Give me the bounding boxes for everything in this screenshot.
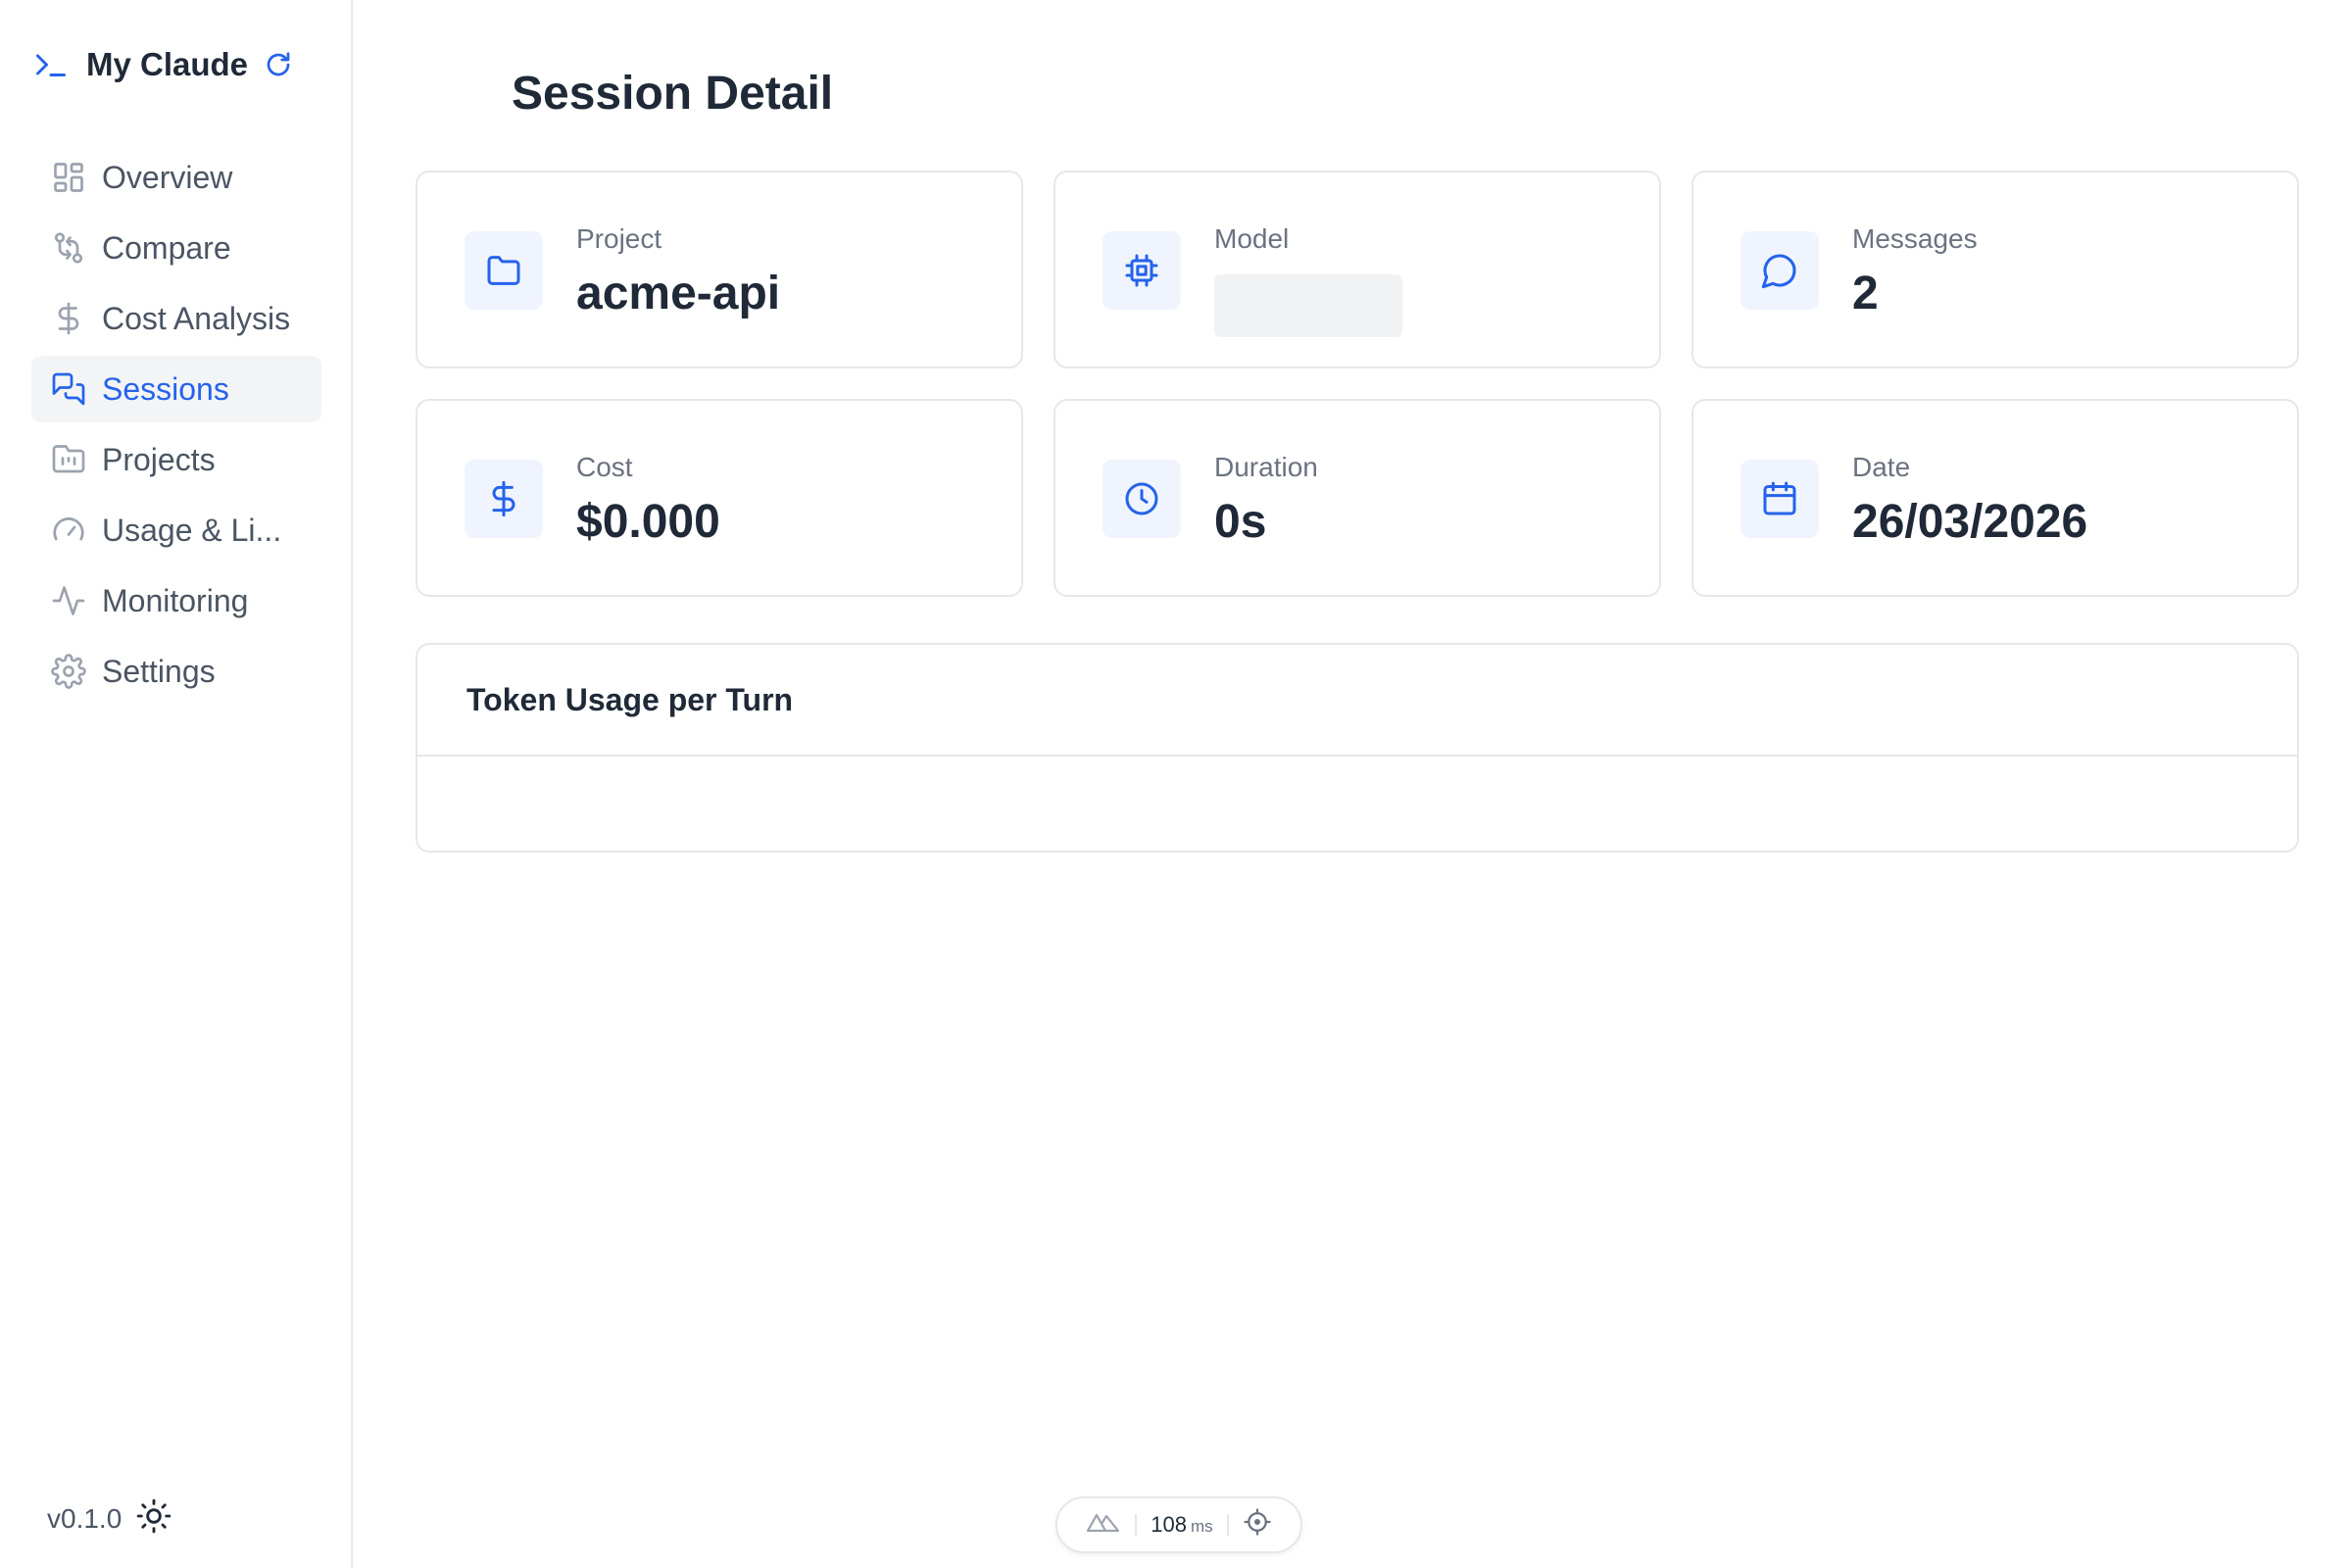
git-compare-icon: [51, 230, 86, 266]
version-label: v0.1.0: [47, 1503, 122, 1534]
brand[interactable]: My Claude: [33, 43, 295, 86]
stat-value: 0s: [1214, 496, 1267, 548]
sidebar: My Claude Overview Compare Cost Analysis…: [0, 0, 353, 1568]
render-time-unit: ms: [1191, 1517, 1213, 1536]
sidebar-item-label: Cost Analysis: [102, 300, 291, 336]
app-root: My Claude Overview Compare Cost Analysis…: [0, 0, 2352, 1568]
sidebar-item-monitoring[interactable]: Monitoring: [31, 567, 321, 634]
stat-card-cost: Cost $0.000: [416, 399, 1023, 597]
loading-skeleton: [1214, 274, 1402, 337]
sidebar-item-label: Usage & Li...: [102, 512, 282, 548]
dollar-icon: [465, 460, 543, 538]
layout-grid-icon: [51, 160, 86, 195]
sidebar-item-projects[interactable]: Projects: [31, 426, 321, 493]
divider: [1135, 1514, 1138, 1536]
terminal-icon: [33, 48, 71, 81]
main-content: Session Detail Project acme-api Model Me…: [355, 0, 2352, 1568]
stat-value: $0.000: [576, 496, 720, 548]
sun-icon[interactable]: [135, 1497, 172, 1542]
gear-icon: [51, 654, 86, 689]
activity-icon: [51, 583, 86, 618]
sidebar-item-cost-analysis[interactable]: Cost Analysis: [31, 285, 321, 352]
sidebar-item-label: Sessions: [102, 370, 229, 407]
nuxt-logo-icon[interactable]: [1086, 1510, 1121, 1540]
clock-icon: [1102, 460, 1181, 538]
sidebar-item-label: Projects: [102, 441, 216, 477]
token-usage-card: Token Usage per Turn: [416, 643, 2299, 853]
sidebar-item-label: Settings: [102, 653, 216, 689]
sidebar-item-sessions[interactable]: Sessions: [31, 356, 321, 422]
stat-label: Duration: [1214, 452, 1318, 482]
folder-icon: [465, 231, 543, 310]
sidebar-nav: Overview Compare Cost Analysis Sessions …: [31, 144, 321, 709]
stat-value: 26/03/2026: [1852, 496, 2088, 548]
page-title: Session Detail: [512, 68, 834, 120]
stat-value: acme-api: [576, 268, 781, 319]
gauge-icon: [51, 513, 86, 548]
sidebar-item-usage-limits[interactable]: Usage & Li...: [31, 497, 321, 564]
render-time-value: 108: [1151, 1512, 1188, 1537]
stat-value: 2: [1852, 268, 1879, 319]
dev-toolbar[interactable]: 108 ms: [1055, 1496, 1302, 1553]
stat-card-date: Date 26/03/2026: [1691, 399, 2299, 597]
stat-card-duration: Duration 0s: [1054, 399, 1661, 597]
stat-card-model: Model: [1054, 171, 1661, 368]
dollar-icon: [51, 301, 86, 336]
chat-bubbles-icon: [51, 371, 86, 407]
sidebar-item-overview[interactable]: Overview: [31, 144, 321, 211]
stat-label: Project: [576, 223, 662, 254]
sidebar-footer: v0.1.0: [47, 1497, 172, 1541]
render-time: 108 ms: [1151, 1512, 1212, 1538]
sidebar-item-settings[interactable]: Settings: [31, 638, 321, 705]
crosshair-icon[interactable]: [1243, 1507, 1272, 1543]
refresh-icon[interactable]: [264, 49, 295, 80]
sidebar-item-label: Compare: [102, 229, 231, 266]
stat-label: Date: [1852, 452, 1911, 482]
sidebar-item-compare[interactable]: Compare: [31, 215, 321, 281]
card-title: Token Usage per Turn: [417, 645, 2297, 757]
chat-bubble-icon: [1740, 231, 1819, 310]
stat-card-messages: Messages 2: [1691, 171, 2299, 368]
folder-chart-icon: [51, 442, 86, 477]
stat-card-project: Project acme-api: [416, 171, 1023, 368]
stat-label: Model: [1214, 223, 1290, 254]
stat-label: Messages: [1852, 223, 1978, 254]
cpu-icon: [1102, 231, 1181, 310]
app-title: My Claude: [86, 46, 249, 82]
stat-label: Cost: [576, 452, 633, 482]
calendar-icon: [1740, 460, 1819, 538]
sidebar-item-label: Monitoring: [102, 582, 249, 618]
sidebar-item-label: Overview: [102, 159, 233, 195]
divider: [1226, 1514, 1229, 1536]
